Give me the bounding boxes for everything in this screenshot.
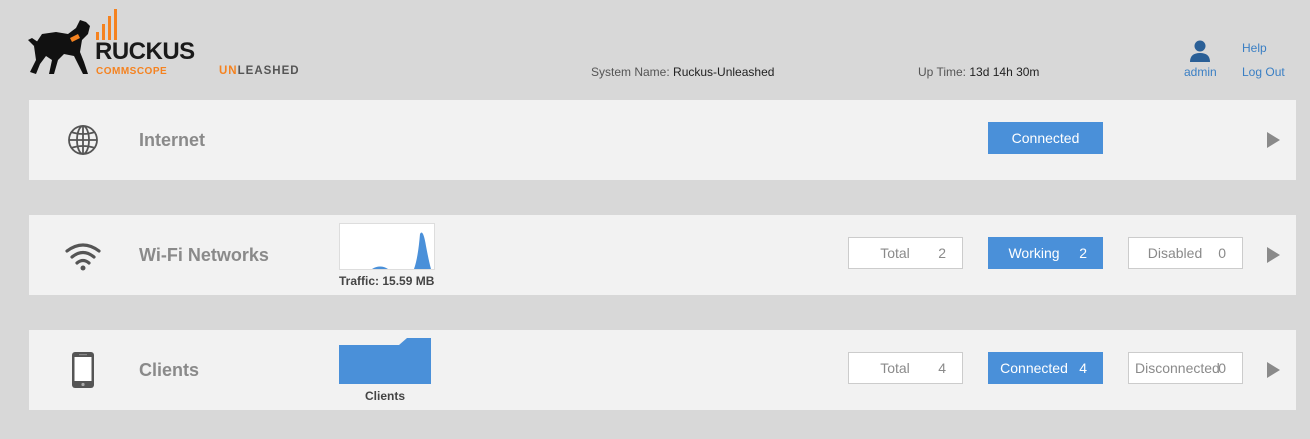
clients-connected-value: 4	[1079, 360, 1087, 376]
system-name-value: Ruckus-Unleashed	[673, 65, 775, 79]
system-name-label: System Name:	[591, 65, 670, 79]
clients-disconnected-label: Disconnected	[1135, 360, 1220, 376]
phone-icon	[72, 352, 94, 388]
internet-title: Internet	[139, 130, 206, 150]
uptime-value: 13d 14h 30m	[969, 65, 1040, 79]
wifi-working-value: 2	[1079, 245, 1087, 261]
clients-total-label: Total	[880, 360, 910, 376]
clients-disconnected-value: 0	[1218, 360, 1226, 376]
clients-connected-badge[interactable]: Connected 4	[988, 352, 1103, 384]
clients-chart	[339, 338, 435, 385]
wifi-working-badge[interactable]: Working 2	[988, 237, 1103, 269]
product-prefix: UN	[219, 65, 238, 77]
user-icon[interactable]	[1190, 40, 1210, 62]
brand-sub: COMMSCOPE	[96, 66, 168, 77]
wifi-expand-arrow-icon[interactable]	[1267, 247, 1280, 263]
clients-total-value: 4	[938, 360, 946, 376]
wifi-title: Wi-Fi Networks	[139, 245, 269, 265]
wifi-icon	[65, 243, 101, 271]
clients-expand-arrow-icon[interactable]	[1267, 362, 1280, 378]
wifi-total-label: Total	[880, 245, 910, 261]
clients-caption: Clients	[365, 389, 406, 403]
wifi-disabled-value: 0	[1218, 245, 1226, 261]
clients-disconnected-badge[interactable]: Disconnected 0	[1128, 352, 1243, 384]
logout-link[interactable]: Log Out	[1242, 65, 1285, 79]
header: RUCKUS COMMSCOPE UNLEASHED System Name: …	[0, 0, 1310, 100]
user-link[interactable]: admin	[1184, 65, 1217, 79]
clients-total-badge[interactable]: Total 4	[848, 352, 963, 384]
wifi-disabled-badge[interactable]: Disabled 0	[1128, 237, 1243, 269]
internet-expand-arrow-icon[interactable]	[1267, 132, 1280, 148]
traffic-caption: Traffic: 15.59 MB	[339, 274, 435, 288]
wifi-total-badge[interactable]: Total 2	[848, 237, 963, 269]
traffic-chart	[339, 223, 435, 270]
product-name: UNLEASHED	[219, 65, 300, 77]
uptime-label: Up Time:	[918, 65, 967, 79]
uptime: Up Time: 13d 14h 30m	[918, 65, 1039, 79]
traffic-sparkline	[372, 232, 431, 269]
wifi-working-label: Working	[1008, 245, 1060, 261]
internet-panel[interactable]: Internet Connected	[29, 100, 1296, 180]
wifi-panel[interactable]: Wi-Fi Networks Traffic: 15.59 MB Total 2…	[29, 215, 1296, 295]
clients-panel[interactable]: Clients Clients Total 4 Connected 4 Disc…	[29, 330, 1296, 410]
wifi-disabled-label: Disabled	[1147, 245, 1203, 261]
help-link[interactable]: Help	[1242, 41, 1267, 55]
product-rest: LEASHED	[237, 65, 300, 77]
brand-name: RUCKUS	[95, 38, 195, 65]
internet-status-badge[interactable]: Connected	[988, 122, 1103, 154]
globe-icon	[68, 125, 98, 155]
clients-title: Clients	[139, 360, 200, 380]
clients-sparkline	[339, 338, 431, 384]
clients-connected-label: Connected	[1000, 360, 1068, 376]
wifi-total-value: 2	[938, 245, 946, 261]
system-name: System Name: Ruckus-Unleashed	[591, 65, 774, 79]
